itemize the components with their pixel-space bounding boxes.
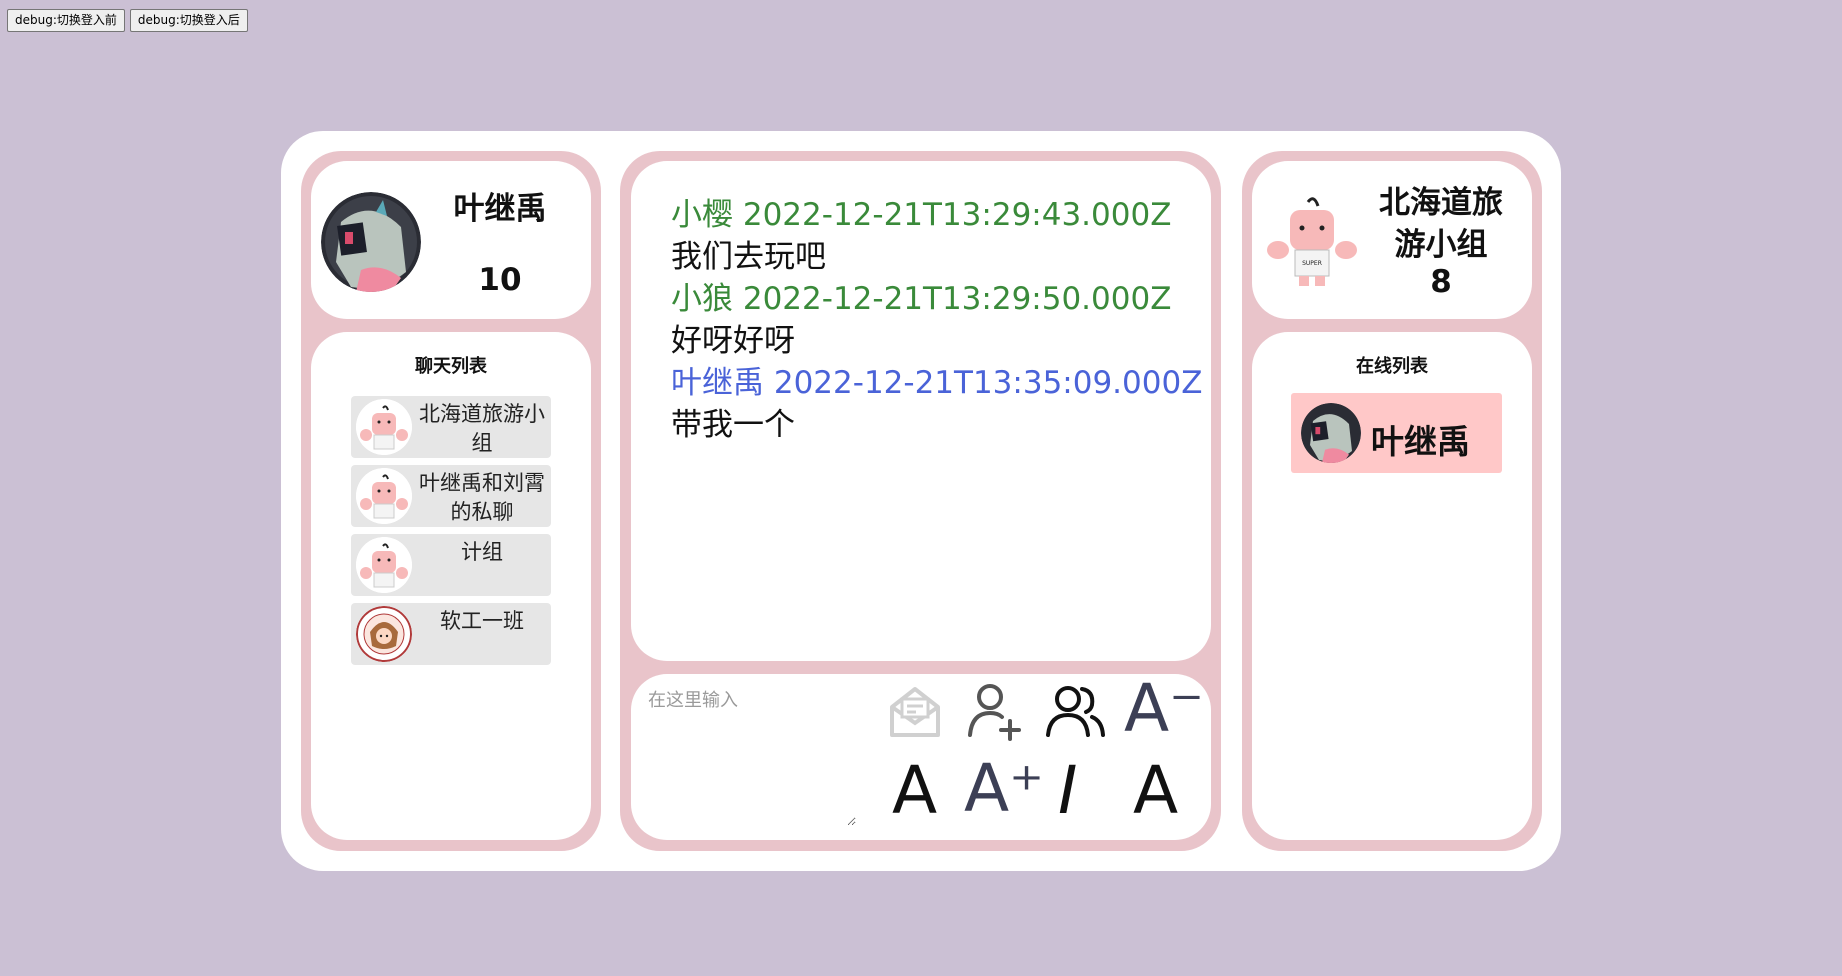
envelope-icon	[890, 687, 940, 737]
profile-name: 叶继禹	[453, 191, 547, 227]
chat-item-1[interactable]: 叶继禹和刘霄的私聊	[351, 465, 551, 527]
chat-item-label: 软工一班	[440, 609, 524, 633]
debug-before-login-button[interactable]: debug:切换登入前	[7, 9, 125, 32]
online-user-name: 叶继禹	[1371, 422, 1470, 461]
message-text: 带我一个	[671, 407, 795, 443]
message-text: 我们去玩吧	[671, 239, 826, 275]
message-sender: 小狼	[671, 281, 733, 317]
font-normal-button[interactable]: A	[892, 758, 937, 824]
group-name: 北海道旅游小组	[1379, 185, 1503, 263]
cartoon-avatar-icon	[356, 468, 412, 524]
message-input[interactable]	[648, 686, 856, 826]
send-button[interactable]	[882, 677, 948, 743]
message-time: 2022-12-21T13:29:43.000Z	[742, 197, 1172, 233]
group-member-count: 8	[1430, 264, 1452, 300]
group-avatar: SUPER	[1262, 192, 1362, 292]
message-sender: 小樱	[671, 197, 733, 233]
chat-item-label: 计组	[461, 540, 503, 564]
chat-item-2[interactable]: 计组	[351, 534, 551, 596]
cartoon-avatar-icon: SUPER	[1267, 197, 1357, 286]
svg-text:SUPER: SUPER	[1302, 260, 1322, 267]
message-time: 2022-12-21T13:29:50.000Z	[742, 281, 1172, 317]
chat-item-label: 北海道旅游小组	[419, 402, 545, 455]
message-text: 好呀好呀	[671, 323, 795, 359]
chat-list-title: 聊天列表	[415, 356, 487, 377]
chat-item-3[interactable]: 软工一班	[351, 603, 551, 665]
profile-count: 10	[478, 262, 522, 298]
add-user-button[interactable]	[962, 677, 1028, 743]
badge-avatar-icon	[356, 606, 412, 662]
message-sender: 叶继禹	[671, 365, 764, 401]
group-members-button[interactable]	[1042, 677, 1108, 743]
italic-button[interactable]: I	[1058, 758, 1077, 824]
online-user-item[interactable]: 叶继禹	[1291, 393, 1502, 473]
message-time: 2022-12-21T13:35:09.000Z	[773, 365, 1203, 401]
message-header: 小狼 2022-12-21T13:29:50.000Z	[671, 278, 1211, 320]
cartoon-avatar-icon	[356, 537, 412, 593]
font-increase-button[interactable]: A⁺	[964, 756, 1044, 822]
message-header: 小樱 2022-12-21T13:29:43.000Z	[671, 194, 1211, 236]
online-list-title: 在线列表	[1356, 356, 1428, 377]
cartoon-avatar-icon	[356, 399, 412, 455]
font-decrease-button[interactable]: A⁻	[1124, 676, 1204, 742]
users-icon	[1046, 686, 1105, 737]
add-user-icon	[968, 684, 1021, 741]
message-list: 小樱 2022-12-21T13:29:43.000Z 我们去玩吧 小狼 202…	[671, 194, 1211, 446]
message-header: 叶继禹 2022-12-21T13:35:09.000Z	[671, 362, 1211, 404]
chat-item-label: 叶继禹和刘霄的私聊	[419, 471, 545, 524]
user-avatar[interactable]	[321, 192, 421, 292]
debug-bar: debug:切换登入前 debug:切换登入后	[7, 9, 248, 32]
anime-avatar-icon	[321, 192, 421, 292]
font-reset-button[interactable]: A	[1133, 758, 1178, 824]
chat-item-0[interactable]: 北海道旅游小组	[351, 396, 551, 458]
user-avatar	[1301, 403, 1361, 463]
anime-avatar-icon	[1301, 403, 1361, 463]
debug-after-login-button[interactable]: debug:切换登入后	[129, 9, 248, 32]
